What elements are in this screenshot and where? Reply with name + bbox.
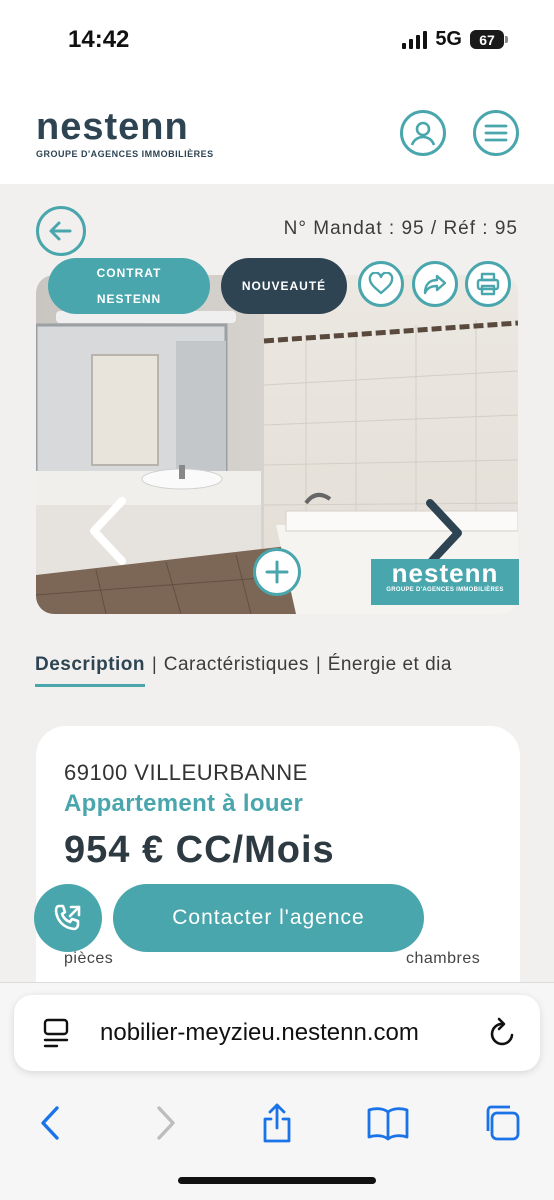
watermark-subtitle: GROUPE D'AGENCES IMMOBILIÈRES: [386, 587, 504, 593]
contact-agency-button[interactable]: Contacter l'agence: [113, 884, 424, 952]
phone-callback-icon: [54, 904, 81, 931]
chevron-left-icon: [90, 497, 126, 565]
url-text: nobilier-meyzieu.nestenn.com: [100, 1019, 419, 1046]
share-button[interactable]: [412, 261, 458, 307]
listing-type: Appartement à louer: [64, 790, 304, 817]
hamburger-icon: [484, 124, 508, 142]
book-icon: [367, 1107, 409, 1141]
enlarge-photo-button[interactable]: [253, 548, 301, 596]
listing-city: 69100 VILLEURBANNE: [64, 760, 308, 785]
logo-subtitle: GROUPE D'AGENCES IMMOBILIÈRES: [36, 149, 214, 159]
address-bar[interactable]: nobilier-meyzieu.nestenn.com: [14, 995, 540, 1071]
watermark-word: nestenn: [391, 558, 499, 588]
battery-icon: 67: [470, 30, 508, 49]
tabs-icon: [486, 1105, 520, 1141]
plus-icon: [265, 560, 289, 584]
reader-tabs-icon: [43, 1018, 69, 1048]
chevron-left-icon: [41, 1106, 59, 1140]
printer-icon: [476, 272, 500, 296]
bookmarks-button[interactable]: [366, 1101, 410, 1145]
network-type: 5G: [435, 28, 462, 50]
badge-line-1: CONTRAT: [96, 266, 162, 280]
user-icon: [410, 121, 436, 146]
tab-caracteristiques[interactable]: Caractéristiques: [164, 654, 309, 684]
back-button[interactable]: [36, 206, 86, 256]
status-indicators: 5G 67: [402, 28, 508, 51]
reload-icon[interactable]: [488, 1017, 518, 1049]
browser-toolbar: [0, 1091, 554, 1155]
browser-share-button[interactable]: [255, 1101, 299, 1145]
tabs-button[interactable]: [480, 1101, 524, 1145]
account-button[interactable]: [400, 110, 446, 156]
chambres-label: chambres: [406, 950, 481, 967]
battery-level: 67: [470, 30, 504, 49]
logo-wordmark: nestenn: [36, 106, 189, 148]
nouveaute-badge: NOUVEAUTÉ: [221, 258, 347, 314]
tab-energie[interactable]: Énergie et dia: [328, 654, 452, 684]
main-content: N° Mandat : 95 / Réf : 95 CONTRAT NESTEN…: [0, 184, 554, 982]
share-icon: [263, 1103, 291, 1143]
previous-photo-button[interactable]: [86, 495, 130, 572]
browser-back-button[interactable]: [28, 1101, 72, 1145]
status-bar: 14:42 5G 67: [0, 0, 554, 80]
call-button[interactable]: [34, 884, 102, 952]
info-tabs: Description | Caractéristiques | Énergie…: [35, 654, 452, 687]
chevron-right-icon: [157, 1106, 175, 1140]
mandat-reference: N° Mandat : 95 / Réf : 95: [283, 218, 518, 239]
nestenn-watermark: nestenn GROUPE D'AGENCES IMMOBILIÈRES: [371, 559, 519, 605]
badge-line-2: NESTENN: [96, 292, 162, 306]
share-arrow-icon: [423, 274, 447, 295]
listing-price: 954 € CC/Mois: [64, 829, 335, 871]
nestenn-logo[interactable]: nestenn GROUPE D'AGENCES IMMOBILIÈRES: [36, 108, 214, 159]
heart-icon: [368, 272, 394, 295]
pieces-label: pièces: [64, 950, 114, 967]
tab-description[interactable]: Description: [35, 654, 146, 687]
arrow-left-icon: [49, 221, 72, 241]
menu-button[interactable]: [473, 110, 519, 156]
contrat-nestenn-badge: CONTRAT NESTENN: [48, 258, 210, 314]
home-indicator: [178, 1177, 376, 1184]
browser-forward-button[interactable]: [144, 1101, 188, 1145]
print-button[interactable]: [465, 261, 511, 307]
status-time: 14:42: [68, 26, 130, 53]
site-header: nestenn GROUPE D'AGENCES IMMOBILIÈRES: [0, 80, 554, 184]
favorite-button[interactable]: [358, 261, 404, 307]
signal-icon: [402, 30, 428, 49]
browser-chrome: nobilier-meyzieu.nestenn.com: [0, 982, 554, 1200]
